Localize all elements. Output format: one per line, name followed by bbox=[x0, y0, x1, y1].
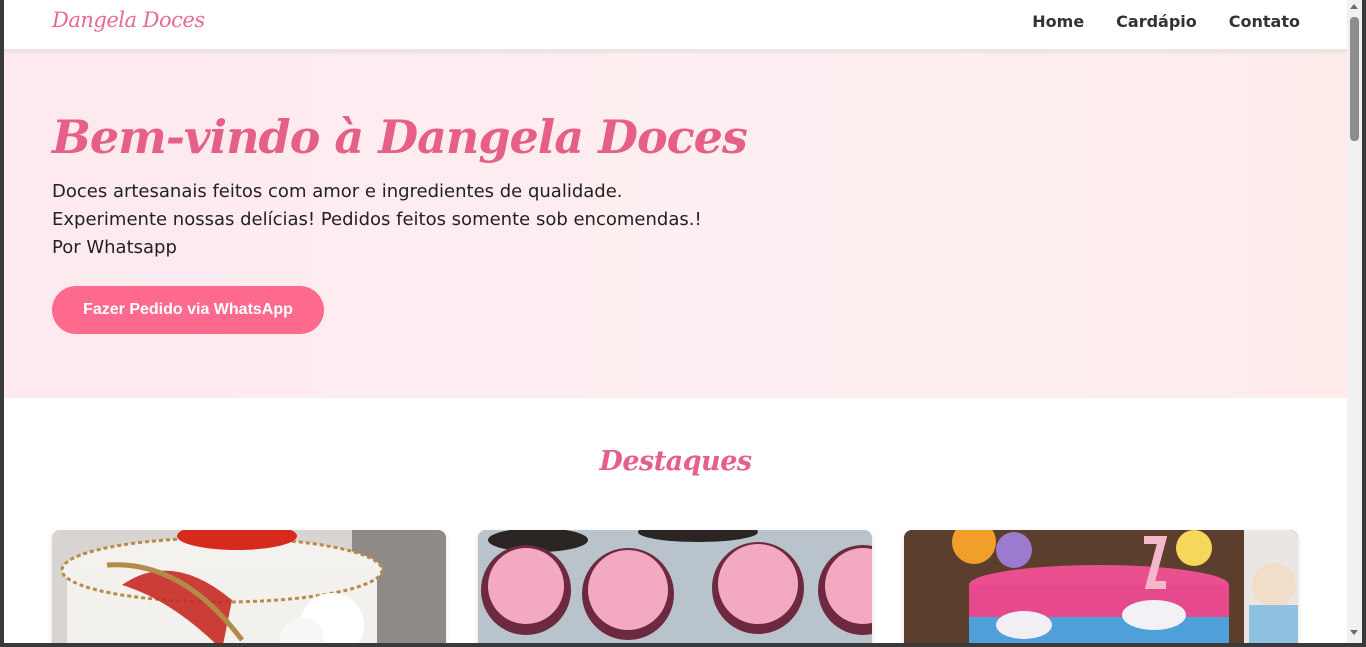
hero-line-2: Experimente nossas delícias! Pedidos fei… bbox=[52, 209, 702, 230]
nav-links: Home Cardápio Contato bbox=[1032, 12, 1300, 31]
nav-link-cardapio[interactable]: Cardápio bbox=[1116, 12, 1197, 31]
whatsapp-order-button[interactable]: Fazer Pedido via WhatsApp bbox=[52, 286, 324, 334]
nav-link-home[interactable]: Home bbox=[1032, 12, 1084, 31]
scrollbar[interactable] bbox=[1347, 0, 1362, 643]
browser-viewport: Dangela Doces Home Cardápio Contato Bem-… bbox=[4, 0, 1347, 643]
scroll-down-arrow-icon[interactable] bbox=[1350, 630, 1358, 635]
highlights-title: Destaques bbox=[599, 446, 752, 477]
brand-logo[interactable]: Dangela Doces bbox=[52, 8, 205, 32]
hero-line-3: Por Whatsapp bbox=[52, 237, 177, 258]
birthday-cake-image bbox=[904, 530, 1298, 643]
product-card-cupcakes[interactable] bbox=[478, 530, 872, 643]
hero-line-1: Doces artesanais feitos com amor e ingre… bbox=[52, 181, 623, 202]
hero-description: Doces artesanais feitos com amor e ingre… bbox=[52, 178, 702, 262]
cake-image bbox=[52, 530, 446, 643]
cupcakes-image bbox=[478, 530, 872, 643]
navbar: Dangela Doces Home Cardápio Contato bbox=[4, 0, 1347, 50]
highlights-cards bbox=[52, 530, 1298, 643]
product-card-birthday-cake[interactable] bbox=[904, 530, 1298, 643]
scrollbar-thumb[interactable] bbox=[1350, 17, 1359, 141]
hero-title: Bem-vindo à Dangela Doces bbox=[52, 110, 748, 164]
product-card-cake[interactable] bbox=[52, 530, 446, 643]
scroll-up-arrow-icon[interactable] bbox=[1350, 4, 1358, 9]
nav-link-contato[interactable]: Contato bbox=[1229, 12, 1300, 31]
hero-section: Bem-vindo à Dangela Doces Doces artesana… bbox=[4, 50, 1347, 398]
